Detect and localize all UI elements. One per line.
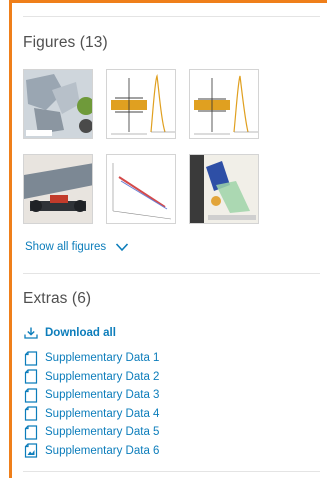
supplementary-data-label: Supplementary Data 1	[45, 352, 160, 365]
figure-thumb-3[interactable]	[189, 69, 259, 139]
download-icon	[24, 327, 38, 339]
download-all-button[interactable]: Download all	[24, 327, 116, 339]
supplementary-data-4-link[interactable]: Supplementary Data 4	[24, 405, 159, 424]
file-icon	[24, 425, 38, 440]
extras-heading: Extras (6)	[23, 290, 92, 307]
supplementary-data-label: Supplementary Data 5	[45, 426, 160, 439]
file-icon	[24, 369, 38, 384]
supplementary-data-label: Supplementary Data 4	[45, 407, 160, 420]
show-all-figures-label: Show all figures	[25, 241, 107, 253]
file-icon	[24, 351, 38, 366]
figure-thumb-6[interactable]	[189, 154, 259, 224]
file-icon	[24, 388, 38, 403]
file-icon	[24, 406, 38, 421]
supplementary-data-label: Supplementary Data 2	[45, 370, 160, 383]
show-all-figures-link[interactable]: Show all figures	[25, 241, 129, 253]
section-divider	[23, 273, 320, 274]
figure-thumb-1[interactable]	[23, 69, 93, 139]
supplementary-data-3-link[interactable]: Supplementary Data 3	[24, 386, 159, 405]
figure-thumb-5[interactable]	[106, 154, 176, 224]
supplementary-data-label: Supplementary Data 3	[45, 389, 160, 402]
image-file-icon	[24, 443, 38, 458]
download-all-label: Download all	[45, 327, 116, 339]
supplementary-list: Supplementary Data 1 Supplementary Data …	[24, 349, 159, 460]
focus-frame-left	[9, 0, 12, 478]
figure-thumb-2[interactable]	[106, 69, 176, 139]
bottom-divider	[23, 471, 320, 472]
supplementary-data-6-link[interactable]: Supplementary Data 6	[24, 442, 159, 461]
supplementary-data-1-link[interactable]: Supplementary Data 1	[24, 349, 159, 368]
supplementary-data-label: Supplementary Data 6	[45, 444, 160, 457]
figure-thumb-4[interactable]	[23, 154, 93, 224]
top-divider	[23, 16, 320, 17]
focus-frame-top	[9, 0, 327, 3]
supplementary-data-5-link[interactable]: Supplementary Data 5	[24, 423, 159, 442]
supplementary-data-2-link[interactable]: Supplementary Data 2	[24, 368, 159, 387]
figures-heading: Figures (13)	[23, 34, 108, 51]
chevron-down-icon	[116, 243, 129, 252]
